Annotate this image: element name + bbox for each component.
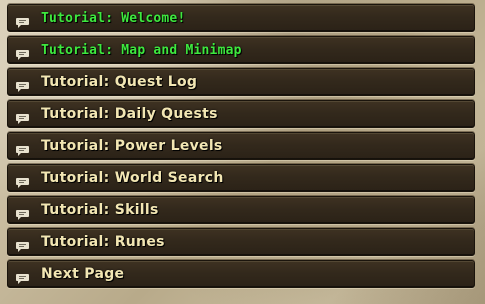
speech-bubble-icon — [16, 109, 29, 124]
option-next-page[interactable]: Next Page — [7, 260, 475, 288]
option-label: Tutorial: Power Levels — [41, 138, 223, 154]
option-tutorial-daily-quests[interactable]: Tutorial: Daily Quests — [7, 100, 475, 128]
option-tutorial-map-and-minimap[interactable]: Tutorial: Map and Minimap — [7, 36, 475, 64]
option-label: Tutorial: Skills — [41, 202, 159, 218]
dialog-options-panel: Tutorial: Welcome! Tutorial: Map and Min… — [7, 4, 475, 292]
option-tutorial-world-search[interactable]: Tutorial: World Search — [7, 164, 475, 192]
option-tutorial-runes[interactable]: Tutorial: Runes — [7, 228, 475, 256]
option-tutorial-welcome[interactable]: Tutorial: Welcome! — [7, 4, 475, 32]
speech-bubble-icon — [16, 173, 29, 188]
option-label: Tutorial: World Search — [41, 170, 224, 186]
option-label: Tutorial: Runes — [41, 234, 165, 250]
option-label: Tutorial: Daily Quests — [41, 106, 218, 122]
speech-bubble-icon — [16, 13, 29, 28]
speech-bubble-icon — [16, 77, 29, 92]
speech-bubble-icon — [16, 45, 29, 60]
option-label: Tutorial: Welcome! — [41, 11, 186, 26]
option-label: Tutorial: Map and Minimap — [41, 43, 242, 58]
speech-bubble-icon — [16, 237, 29, 252]
option-label: Next Page — [41, 266, 125, 282]
option-label: Tutorial: Quest Log — [41, 74, 198, 90]
speech-bubble-icon — [16, 205, 29, 220]
option-tutorial-quest-log[interactable]: Tutorial: Quest Log — [7, 68, 475, 96]
option-tutorial-power-levels[interactable]: Tutorial: Power Levels — [7, 132, 475, 160]
speech-bubble-icon — [16, 141, 29, 156]
option-tutorial-skills[interactable]: Tutorial: Skills — [7, 196, 475, 224]
speech-bubble-icon — [16, 269, 29, 284]
